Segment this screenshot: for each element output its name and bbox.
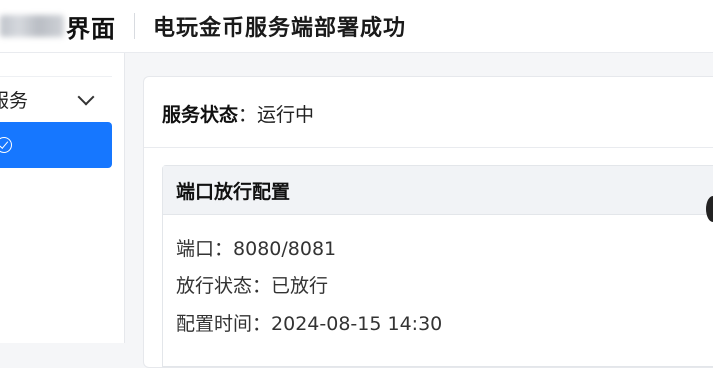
- port-config-panel: 端口放行配置 端口：8080/8081 放行状态：已放行 配置时间：2024-0…: [162, 165, 713, 367]
- sidebar-item-active[interactable]: [0, 122, 112, 168]
- divider: [144, 147, 713, 148]
- sidebar: 服务: [0, 53, 125, 343]
- config-time-row: 配置时间：2024-08-15 14:30: [176, 309, 442, 336]
- config-time-value: 2024-08-15 14:30: [271, 313, 443, 335]
- page-title: 电玩金币服务端部署成功: [153, 16, 407, 41]
- brand: 界面: [0, 0, 116, 52]
- status-value: 运行中: [257, 104, 315, 126]
- floating-handle[interactable]: [706, 196, 713, 222]
- service-status: 服务状态：运行中: [162, 100, 314, 127]
- port-row: 端口：8080/8081: [176, 234, 336, 261]
- check-circle-icon: [0, 137, 12, 153]
- content-card: 服务状态：运行中 端口放行配置 端口：8080/8081 放行状态：已放行 配置…: [143, 76, 713, 368]
- top-bar: 界面 电玩金币服务端部署成功: [0, 0, 713, 53]
- header-divider: [134, 13, 135, 39]
- blurred-logo: [0, 15, 64, 37]
- port-separator: ：: [214, 238, 234, 260]
- port-label: 端口: [176, 238, 215, 260]
- status-separator: ：: [238, 104, 258, 126]
- release-state-label: 放行状态: [176, 275, 253, 297]
- release-state-value: 已放行: [271, 275, 329, 297]
- panel-title: 端口放行配置: [163, 166, 713, 215]
- port-value: 8080/8081: [233, 238, 337, 260]
- release-state-separator: ：: [252, 275, 272, 297]
- brand-name: 界面: [66, 14, 116, 43]
- release-state-row: 放行状态：已放行: [176, 271, 328, 298]
- config-time-separator: ：: [252, 313, 272, 335]
- sidebar-group-label: 服务: [0, 90, 29, 112]
- chevron-down-icon: [77, 88, 95, 106]
- config-time-label: 配置时间: [176, 313, 253, 335]
- sidebar-menu-group-service[interactable]: 服务: [0, 76, 112, 122]
- status-label: 服务状态: [162, 104, 239, 126]
